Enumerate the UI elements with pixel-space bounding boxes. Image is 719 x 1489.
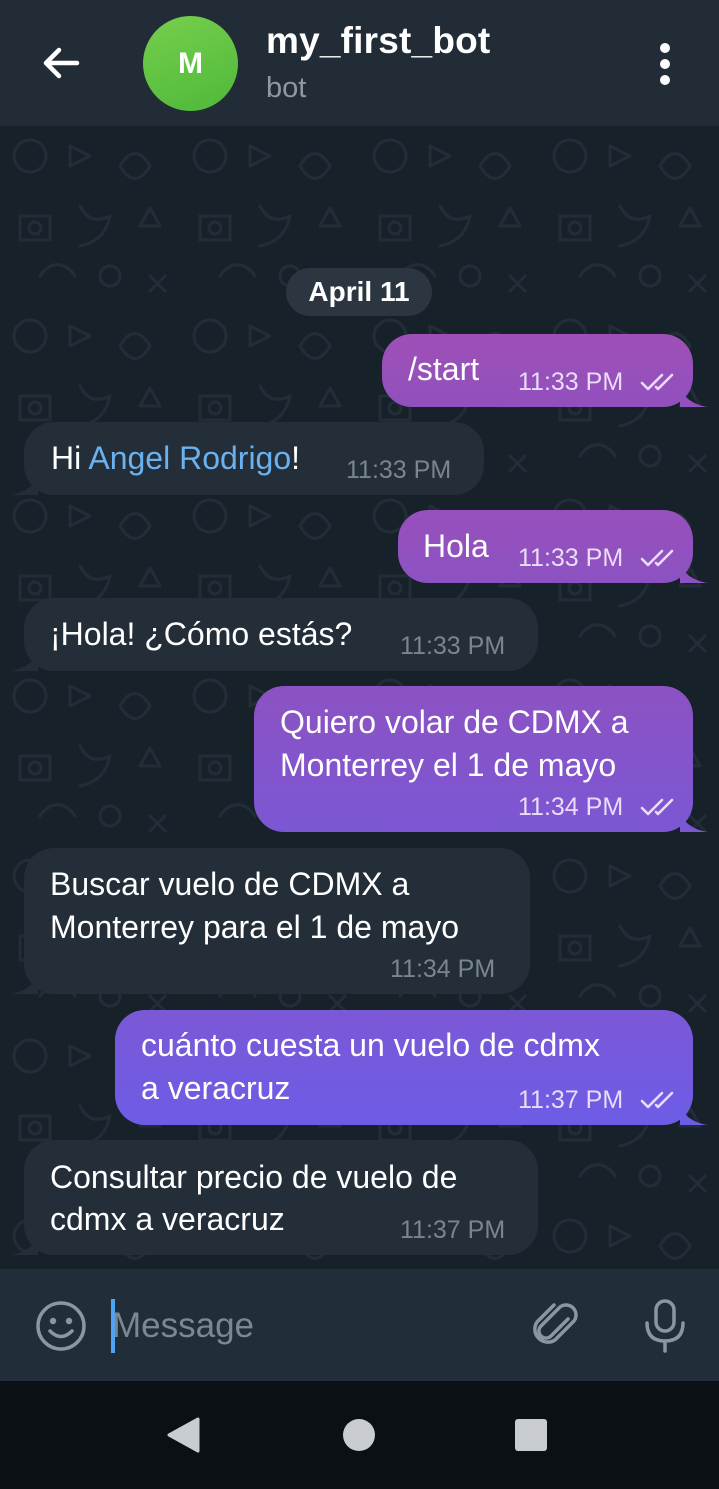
outgoing-message[interactable]: Quiero volar de CDMX a Monterrey el 1 de… [254, 686, 693, 832]
square-recents-icon[interactable] [514, 1418, 548, 1452]
message-line-1: Quiero volar de CDMX a [280, 704, 629, 740]
system-navigation-bar [0, 1381, 719, 1489]
message-time: 11:33 PM [346, 456, 452, 484]
message-time: 11:34 PM [518, 793, 624, 821]
emoji-icon[interactable] [34, 1299, 88, 1353]
message-line-2: cdmx a veracruz [50, 1201, 285, 1237]
message-text: ¡Hola! ¿Cómo estás? [50, 616, 353, 652]
greeting-text: Hi [51, 440, 89, 476]
bubble-tail [10, 652, 38, 671]
circle-home-icon[interactable] [342, 1418, 376, 1452]
double-check-icon [640, 1091, 674, 1109]
bubble-tail [680, 1106, 708, 1125]
bubble-tail [10, 476, 38, 495]
bubble-tail [680, 388, 708, 407]
telegram-chat-screen: M my_first_bot bot April 11 /start 11:33… [0, 0, 719, 1489]
back-arrow-icon [43, 47, 80, 79]
message-time: 11:37 PM [518, 1086, 624, 1114]
message-line-2: a veracruz [141, 1070, 291, 1106]
message-time: 11:34 PM [390, 955, 496, 983]
message-time: 11:33 PM [518, 368, 624, 396]
bubble-tail [680, 813, 708, 832]
message-text: Hi Angel Rodrigo! [51, 437, 300, 480]
message-text: Hola [423, 528, 489, 564]
message-time: 11:33 PM [400, 632, 506, 660]
chat-title[interactable]: my_first_bot [266, 20, 490, 62]
message-line-2: Monterrey para el 1 de mayo [50, 909, 460, 945]
message-line-1: Buscar vuelo de CDMX a [50, 866, 410, 902]
message-text: /start [408, 351, 480, 387]
message-time: 11:37 PM [400, 1216, 506, 1244]
microphone-icon[interactable] [638, 1297, 692, 1355]
outgoing-message[interactable]: /start 11:33 PM [382, 334, 693, 407]
double-check-icon [640, 373, 674, 391]
incoming-message[interactable]: Buscar vuelo de CDMX a Monterrey para el… [24, 848, 530, 994]
double-check-icon [640, 798, 674, 816]
bubble-tail [680, 564, 708, 583]
message-line-1: Consultar precio de vuelo de [50, 1159, 458, 1195]
more-vertical-icon [660, 43, 670, 85]
back-button[interactable] [28, 30, 94, 96]
avatar[interactable]: M [143, 16, 238, 111]
outgoing-message[interactable]: cuánto cuesta un vuelo de cdmx a veracru… [115, 1010, 693, 1125]
more-options-button[interactable] [640, 36, 690, 92]
double-check-icon [640, 549, 674, 567]
message-line-1: cuánto cuesta un vuelo de cdmx [141, 1027, 600, 1063]
greeting-end: ! [291, 440, 301, 476]
bubble-tail [10, 975, 38, 994]
bubble-tail [10, 1236, 38, 1255]
incoming-message[interactable]: ¡Hola! ¿Cómo estás? 11:33 PM [24, 598, 538, 671]
chat-header: M my_first_bot bot [0, 0, 719, 126]
user-mention-link[interactable]: Angel Rodrigo [88, 440, 291, 476]
outgoing-message[interactable]: Hola 11:33 PM [398, 510, 693, 583]
chat-subtitle: bot [266, 72, 307, 104]
incoming-message[interactable]: Consultar precio de vuelo de cdmx a vera… [24, 1140, 538, 1255]
message-input[interactable] [112, 1299, 512, 1353]
message-composer [0, 1269, 719, 1381]
paperclip-icon[interactable] [530, 1299, 584, 1353]
incoming-message[interactable]: Hi Angel Rodrigo! 11:33 PM [24, 422, 484, 495]
triangle-back-icon[interactable] [165, 1416, 201, 1454]
message-time: 11:33 PM [518, 544, 624, 572]
chat-area[interactable]: April 11 /start 11:33 PM Hi Angel Rodrig… [0, 126, 719, 1269]
date-separator: April 11 [286, 268, 432, 316]
message-line-2: Monterrey el 1 de mayo [280, 747, 617, 783]
avatar-letter: M [178, 46, 203, 80]
